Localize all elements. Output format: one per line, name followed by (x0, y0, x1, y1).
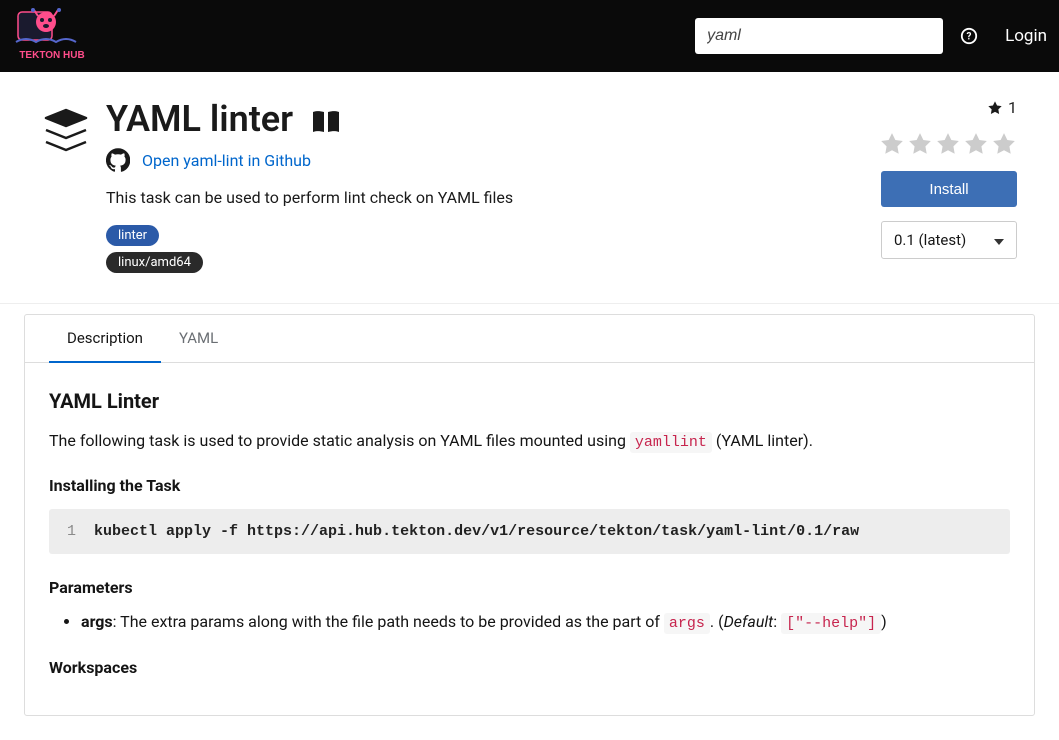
task-description: This task can be used to perform lint ch… (106, 188, 877, 207)
platform-tag[interactable]: linux/amd64 (106, 252, 203, 273)
content-title: YAML Linter (49, 389, 1010, 413)
version-select[interactable]: 0.1 (latest) (881, 221, 1017, 259)
code-text: kubectl apply -f https://api.hub.tekton.… (94, 523, 859, 540)
search-input[interactable] (695, 18, 943, 54)
inline-code: yamllint (630, 432, 712, 453)
star-icon (879, 131, 905, 157)
parameters-heading: Parameters (49, 578, 1010, 597)
help-icon[interactable]: ? (959, 26, 979, 46)
login-link[interactable]: Login (1005, 26, 1047, 46)
content-card: Description YAML YAML Linter The followi… (24, 314, 1035, 716)
content-intro: The following task is used to provide st… (49, 429, 1010, 454)
star-icon (935, 131, 961, 157)
svg-text:?: ? (967, 32, 972, 43)
tekton-hub-logo[interactable]: TEKTON HUB (8, 8, 96, 64)
github-link[interactable]: Open yaml-lint in Github (142, 151, 311, 170)
task-kind-icon (42, 106, 90, 154)
category-tag[interactable]: linter (106, 225, 159, 246)
inline-code: ["--help"] (781, 613, 881, 634)
star-icon (963, 131, 989, 157)
task-header: YAML linter Open yaml-lint in Github Thi… (0, 72, 1059, 304)
tab-description[interactable]: Description (49, 315, 161, 363)
star-rating[interactable] (879, 131, 1017, 157)
list-item: args: The extra params along with the fi… (81, 609, 1010, 636)
github-icon (106, 148, 130, 172)
star-icon (907, 131, 933, 157)
install-heading: Installing the Task (49, 476, 1010, 495)
version-selected-label: 0.1 (latest) (894, 231, 966, 249)
task-title: YAML linter (106, 98, 293, 140)
tab-content: YAML Linter The following task is used t… (25, 363, 1034, 715)
tabs: Description YAML (25, 315, 1034, 363)
parameters-list: args: The extra params along with the fi… (49, 609, 1010, 636)
workspaces-heading: Workspaces (49, 658, 1010, 677)
code-block: 1 kubectl apply -f https://api.hub.tekto… (49, 509, 1010, 554)
star-count: 1 (987, 98, 1017, 117)
install-button[interactable]: Install (881, 171, 1017, 207)
star-icon (987, 100, 1003, 116)
svg-text:TEKTON HUB: TEKTON HUB (19, 50, 84, 61)
app-header: TEKTON HUB ? Login (0, 0, 1059, 72)
catalog-icon (311, 108, 341, 134)
star-icon (991, 131, 1017, 157)
chevron-down-icon (994, 231, 1004, 249)
tab-yaml[interactable]: YAML (161, 315, 236, 363)
code-line-number: 1 (67, 523, 76, 540)
star-count-value: 1 (1008, 98, 1017, 117)
inline-code: args (664, 613, 710, 634)
